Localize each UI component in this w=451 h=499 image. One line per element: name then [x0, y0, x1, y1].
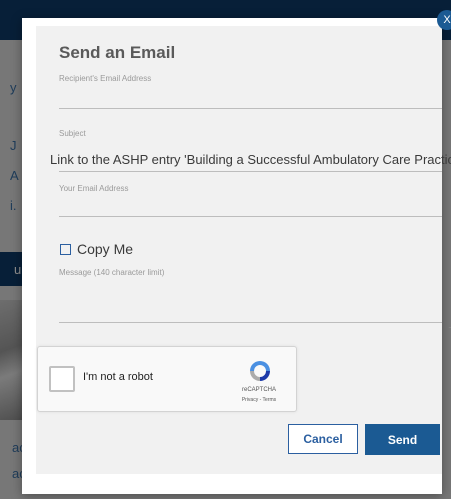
recipient-email-input[interactable]: [59, 108, 442, 109]
email-modal: Send an Email Recipient's Email Address …: [22, 18, 451, 494]
recipient-email-label: Recipient's Email Address: [59, 74, 152, 83]
close-button[interactable]: X: [437, 10, 451, 30]
modal-title: Send an Email: [59, 43, 176, 62]
message-label: Message (140 character limit): [59, 268, 165, 277]
subject-input[interactable]: [59, 171, 442, 172]
recaptcha-widget: I'm not a robot reCAPTCHA Privacy - Term…: [37, 346, 297, 412]
subject-input-value[interactable]: Link to the ASHP entry 'Building a Succe…: [50, 152, 451, 167]
recaptcha-label: I'm not a robot: [83, 371, 153, 383]
copy-me-checkbox[interactable]: Copy Me: [60, 241, 133, 257]
recaptcha-terms-link[interactable]: Privacy - Terms: [231, 397, 287, 403]
recaptcha-checkbox[interactable]: [49, 366, 75, 392]
subject-label: Subject: [59, 129, 86, 138]
send-button[interactable]: Send: [365, 424, 440, 455]
message-textarea[interactable]: [59, 322, 442, 323]
recaptcha-logo-icon: [250, 361, 270, 381]
recaptcha-brand: reCAPTCHA: [241, 387, 276, 393]
copy-me-label: Copy Me: [77, 241, 134, 257]
your-email-input[interactable]: [59, 216, 442, 217]
cancel-button[interactable]: Cancel: [288, 424, 358, 454]
your-email-label: Your Email Address: [59, 184, 129, 193]
checkbox-square-icon[interactable]: [60, 243, 71, 255]
